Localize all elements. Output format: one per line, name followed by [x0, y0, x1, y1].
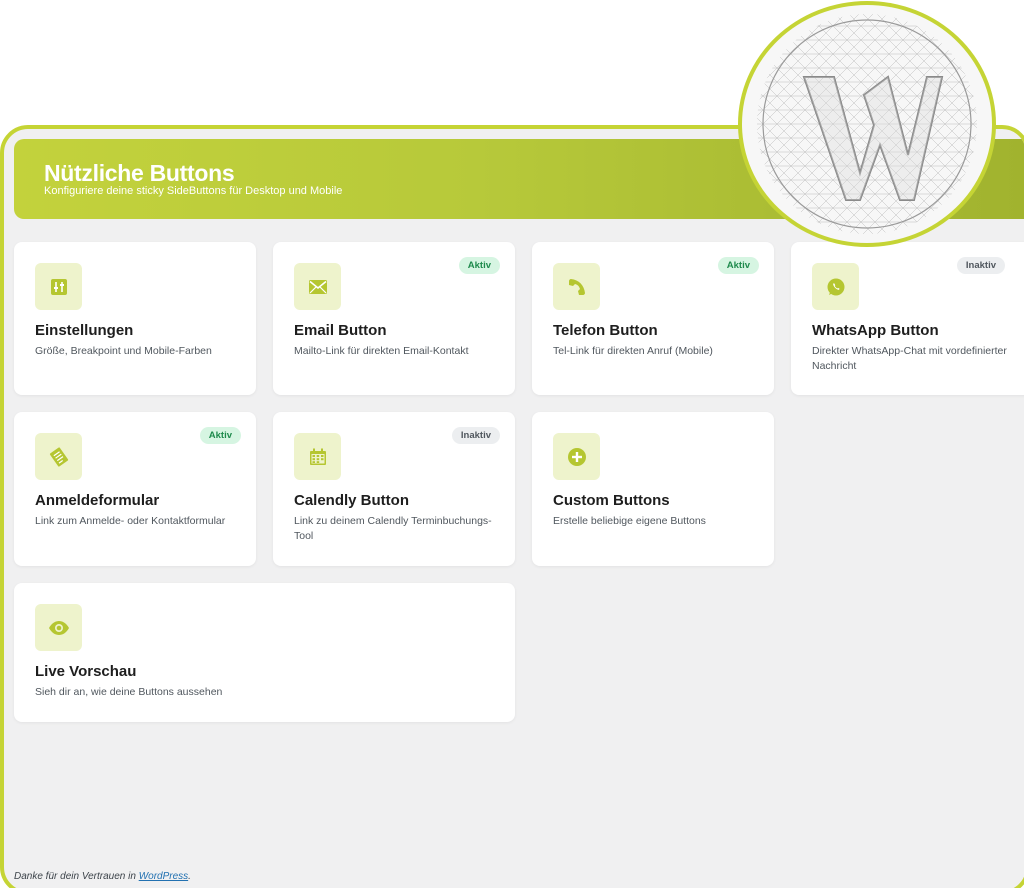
- card-title: Email Button: [294, 322, 387, 339]
- status-badge: Inaktiv: [451, 427, 500, 444]
- eye-icon: [35, 604, 82, 651]
- card-description: Sieh dir an, wie deine Buttons aussehen: [35, 686, 223, 698]
- card-title: Calendly Button: [294, 492, 409, 509]
- card-description: Link zum Anmelde- oder Kontaktformular: [35, 515, 226, 527]
- card-calendly-button[interactable]: Inaktiv Calendly Button Link zu deinem C…: [273, 412, 515, 566]
- calendar-icon: [294, 433, 341, 480]
- card-title: Anmeldeformular: [35, 492, 160, 509]
- admin-footer: Danke für dein Vertrauen in WordPress.: [14, 871, 191, 882]
- status-badge: Aktiv: [458, 257, 500, 274]
- phone-icon: [553, 263, 600, 310]
- form-icon: [35, 433, 82, 480]
- status-badge: Aktiv: [199, 427, 241, 444]
- card-whatsapp-button[interactable]: Inaktiv WhatsApp Button Direkter WhatsAp…: [791, 242, 1024, 395]
- footer-text: Danke für dein Vertrauen in: [14, 871, 139, 882]
- status-badge: Inaktiv: [956, 257, 1005, 274]
- footer-suffix: .: [188, 871, 191, 882]
- card-anmeldeformular[interactable]: Aktiv Anmeldeformular Link zum Anmelde- …: [14, 412, 256, 566]
- card-live-vorschau[interactable]: Live Vorschau Sieh dir an, wie deine But…: [14, 583, 515, 722]
- card-custom-buttons[interactable]: Custom Buttons Erstelle beliebige eigene…: [532, 412, 774, 566]
- card-title: WhatsApp Button: [812, 322, 939, 339]
- card-description: Größe, Breakpoint und Mobile-Farben: [35, 345, 212, 357]
- card-description: Erstelle beliebige eigene Buttons: [553, 515, 706, 527]
- card-description: Mailto-Link für direkten Email-Kontakt: [294, 345, 469, 357]
- card-description: Tel-Link für direkten Anruf (Mobile): [553, 345, 713, 357]
- card-title: Custom Buttons: [553, 492, 670, 509]
- card-title: Live Vorschau: [35, 663, 137, 680]
- sliders-icon: [35, 263, 82, 310]
- card-einstellungen[interactable]: Einstellungen Größe, Breakpoint und Mobi…: [14, 242, 256, 395]
- mail-icon: [294, 263, 341, 310]
- plus-circle-icon: [553, 433, 600, 480]
- status-badge: Aktiv: [717, 257, 759, 274]
- card-description: Direkter WhatsApp-Chat mit vordefinierte…: [812, 345, 1007, 372]
- card-telefon-button[interactable]: Aktiv Telefon Button Tel-Link für direkt…: [532, 242, 774, 395]
- card-title: Telefon Button: [553, 322, 658, 339]
- wordpress-link[interactable]: WordPress: [139, 871, 188, 882]
- whatsapp-icon: [812, 263, 859, 310]
- card-description: Link zu deinem Calendly Terminbuchungs-T…: [294, 515, 492, 542]
- card-title: Einstellungen: [35, 322, 134, 339]
- wordpress-logo-icon: [738, 1, 996, 247]
- card-email-button[interactable]: Aktiv Email Button Mailto-Link für direk…: [273, 242, 515, 395]
